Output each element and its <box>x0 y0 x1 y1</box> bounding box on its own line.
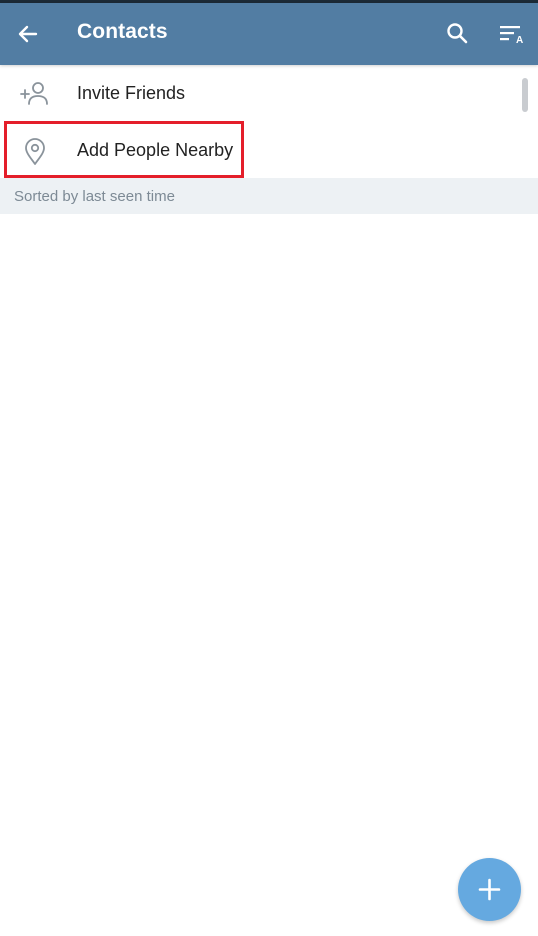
arrow-left-icon <box>18 25 38 43</box>
scrollbar[interactable] <box>522 78 528 112</box>
search-button[interactable] <box>441 18 473 50</box>
plus-icon <box>478 878 501 901</box>
add-people-nearby-label: Add People Nearby <box>77 140 234 160</box>
back-button[interactable] <box>12 18 44 50</box>
sort-button[interactable]: A <box>495 18 527 50</box>
sort-order-label: Sorted by last seen time <box>14 188 175 205</box>
location-pin-icon <box>18 134 52 168</box>
sort-alphabetical-icon: A <box>500 26 523 46</box>
add-people-nearby-item[interactable]: Add People Nearby <box>0 122 538 179</box>
svg-text:A: A <box>516 35 523 46</box>
invite-friends-label: Invite Friends <box>77 83 186 103</box>
invite-friends-item[interactable]: Invite Friends <box>0 65 538 122</box>
add-contact-fab[interactable] <box>458 858 521 921</box>
app-bar: Contacts A <box>0 3 538 65</box>
search-icon <box>447 23 468 44</box>
section-header: Sorted by last seen time <box>0 178 538 214</box>
page-title: Contacts <box>77 20 168 43</box>
add-user-icon <box>18 77 52 111</box>
